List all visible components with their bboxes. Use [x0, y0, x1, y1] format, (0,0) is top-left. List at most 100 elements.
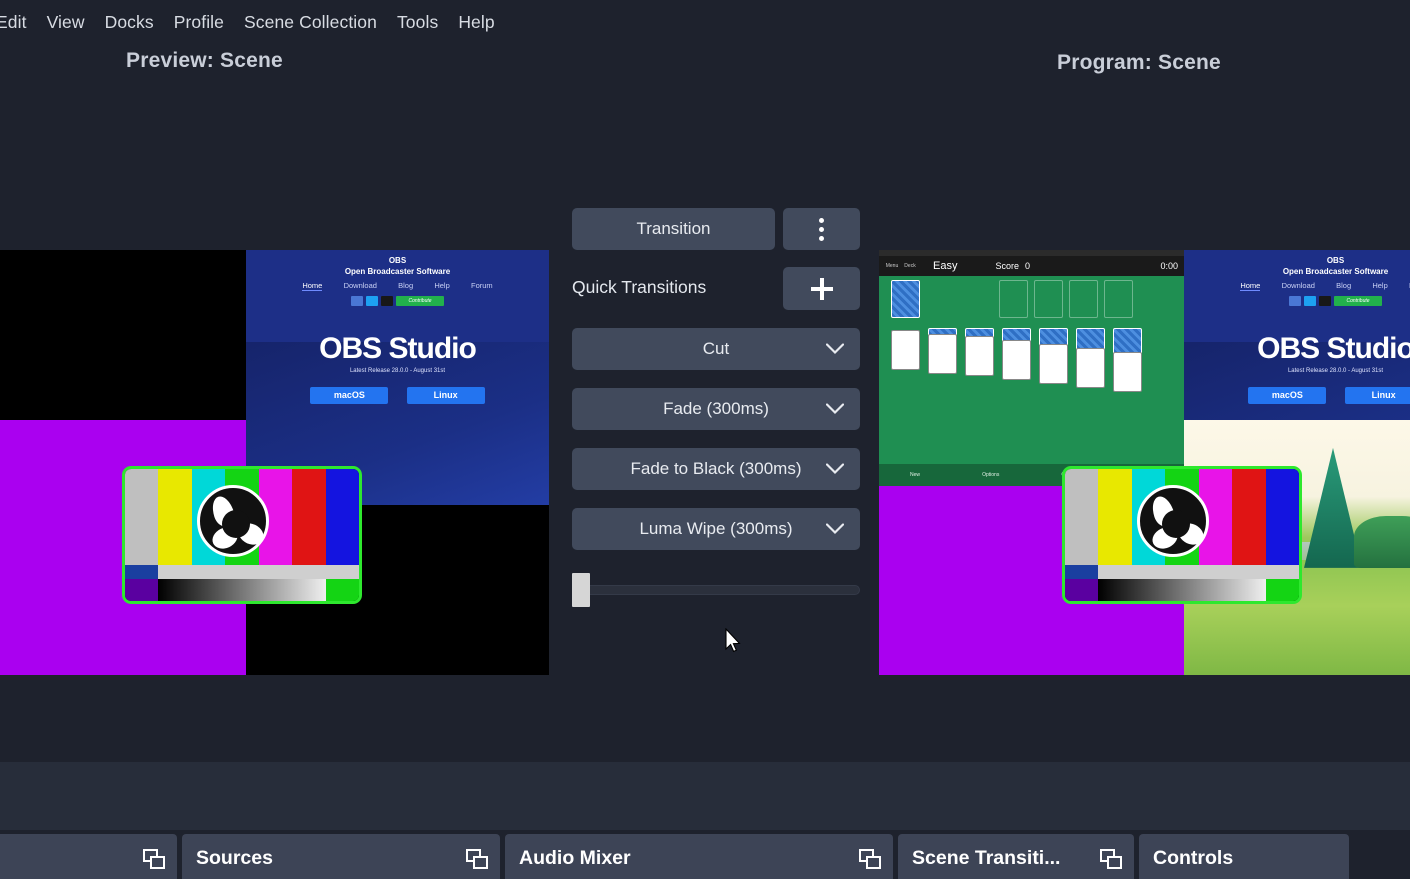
game-new-button: New — [910, 472, 921, 478]
website-social-row: Contribute — [1184, 296, 1410, 306]
download-macos-button[interactable]: macOS — [310, 387, 389, 404]
twitter-icon — [1304, 296, 1316, 306]
chevron-down-icon — [826, 403, 844, 415]
obs-studio-window: Edit View Docks Profile Scene Collection… — [0, 0, 1410, 879]
game-deck-button: Deck — [904, 263, 916, 269]
dock-audio-mixer[interactable]: Audio Mixer — [505, 834, 893, 879]
website-nav-home: Home — [1240, 281, 1261, 291]
website-nav-download[interactable]: Download — [344, 281, 377, 291]
quick-transition-luma-wipe[interactable]: Luma Wipe (300ms) — [572, 508, 860, 550]
quick-transition-cut[interactable]: Cut — [572, 328, 860, 370]
tableau-card — [1002, 340, 1031, 380]
vertical-dots-icon — [819, 217, 824, 241]
website-title: OBS Studio — [1257, 332, 1410, 365]
tbar-handle[interactable] — [572, 573, 590, 607]
game-header: Menu Deck Easy Score 0 0:00 — [879, 256, 1184, 276]
preview-canvas[interactable]: OBS Open Broadcaster Software Home Downl… — [0, 83, 556, 762]
website-nav: Home Download Blog Help Forum — [1184, 281, 1410, 291]
github-icon[interactable] — [381, 296, 393, 306]
add-quick-transition-button[interactable] — [783, 267, 860, 310]
tableau-card — [965, 336, 994, 376]
website-nav-home[interactable]: Home — [302, 281, 323, 291]
website-brand-secondary: Open Broadcaster Software — [344, 267, 451, 276]
bars-gradient-row — [125, 578, 359, 601]
float-window-icon[interactable] — [859, 848, 881, 869]
quick-transition-fade-to-black[interactable]: Fade to Black (300ms) — [572, 448, 860, 490]
dock-audio-mixer-title: Audio Mixer — [519, 847, 631, 869]
chevron-down-icon — [826, 343, 844, 355]
float-window-icon[interactable] — [1100, 848, 1122, 869]
website-nav-blog: Blog — [1336, 281, 1352, 290]
menu-profile[interactable]: Profile — [164, 8, 234, 37]
quick-transitions-label: Quick Transitions — [572, 277, 707, 297]
preview-label: Preview: Scene — [126, 49, 283, 72]
foundation-slot — [1034, 280, 1063, 318]
nature-bush — [1354, 515, 1410, 568]
bars-secondary-row — [1065, 565, 1299, 579]
transition-properties-menu-button[interactable] — [783, 208, 860, 250]
website-brand-primary: OBS — [388, 256, 407, 265]
dock-scene-transitions[interactable]: Scene Transiti... — [898, 834, 1134, 879]
transition-tbar-slider[interactable] — [572, 573, 860, 607]
tbar-track — [572, 585, 860, 595]
chevron-down-icon — [826, 463, 844, 475]
twitter-icon[interactable] — [366, 296, 378, 306]
menu-scene-collection[interactable]: Scene Collection — [234, 8, 387, 37]
website-social-row: Contribute — [246, 296, 549, 306]
color-bars-source[interactable] — [114, 458, 370, 612]
dock-sources-title: Sources — [196, 847, 273, 869]
program-canvas[interactable]: Menu Deck Easy Score 0 0:00 New Options … — [872, 83, 1410, 762]
color-bars-image — [1062, 466, 1302, 604]
menu-docks[interactable]: Docks — [95, 8, 164, 37]
game-score-label: Score — [995, 261, 1019, 271]
chevron-down-icon — [826, 523, 844, 535]
quick-transition-luma-wipe-label: Luma Wipe (300ms) — [639, 519, 793, 538]
scene-transitions-panel: Transition Quick Transitions Cut Fade (3… — [557, 83, 872, 762]
website-nav-download: Download — [1281, 281, 1315, 290]
quick-transition-fade-label: Fade (300ms) — [663, 399, 769, 418]
download-linux-button[interactable]: Linux — [406, 387, 485, 404]
game-score-value: 0 — [1024, 261, 1030, 271]
website-download-buttons: macOS Linux — [246, 387, 549, 404]
obs-logo-icon — [197, 485, 269, 557]
contribute-button[interactable]: Contribute — [396, 296, 444, 306]
tableau-card — [1076, 348, 1105, 388]
dock-sources[interactable]: Sources — [182, 834, 500, 879]
website-nav-forum[interactable]: Forum — [471, 281, 493, 291]
dock-controls[interactable]: Controls — [1139, 834, 1349, 879]
foundation-slot — [999, 280, 1028, 318]
plus-icon — [810, 277, 833, 300]
dock-scenes[interactable]: es — [0, 834, 177, 879]
window-capture-solitaire: Menu Deck Easy Score 0 0:00 New Options — [879, 250, 1184, 486]
tableau-card — [891, 330, 920, 370]
menu-tools[interactable]: Tools — [387, 8, 448, 37]
game-difficulty: Easy — [933, 260, 958, 272]
obs-logo-icon — [1137, 485, 1209, 557]
float-window-icon[interactable] — [143, 848, 165, 869]
tableau-card — [1113, 328, 1142, 354]
quick-transition-fade[interactable]: Fade (300ms) — [572, 388, 860, 430]
website-nav: Home Download Blog Help Forum — [246, 281, 549, 291]
website-nav-help[interactable]: Help — [434, 281, 449, 291]
stock-pile-card — [891, 280, 920, 318]
program-label: Program: Scene — [1057, 51, 1221, 74]
transition-button[interactable]: Transition — [572, 208, 775, 250]
menu-help[interactable]: Help — [448, 8, 504, 37]
contribute-button: Contribute — [1334, 296, 1382, 306]
tableau-card — [1076, 328, 1105, 350]
tableau-card — [1039, 344, 1068, 384]
discord-icon[interactable] — [351, 296, 363, 306]
bars-secondary-row — [125, 565, 359, 579]
github-icon — [1319, 296, 1331, 306]
program-scene-content: Menu Deck Easy Score 0 0:00 New Options … — [879, 250, 1410, 675]
menu-edit[interactable]: Edit — [0, 8, 37, 37]
menu-view[interactable]: View — [37, 8, 95, 37]
foundation-slot — [1069, 280, 1098, 318]
dock-scene-transitions-title: Scene Transiti... — [912, 847, 1061, 869]
float-window-icon[interactable] — [466, 848, 488, 869]
website-nav-blog[interactable]: Blog — [398, 281, 413, 291]
menu-bar: Edit View Docks Profile Scene Collection… — [0, 0, 1410, 45]
game-playfield — [879, 276, 1184, 464]
preview-scene-content[interactable]: OBS Open Broadcaster Software Home Downl… — [0, 250, 549, 675]
discord-icon — [1289, 296, 1301, 306]
